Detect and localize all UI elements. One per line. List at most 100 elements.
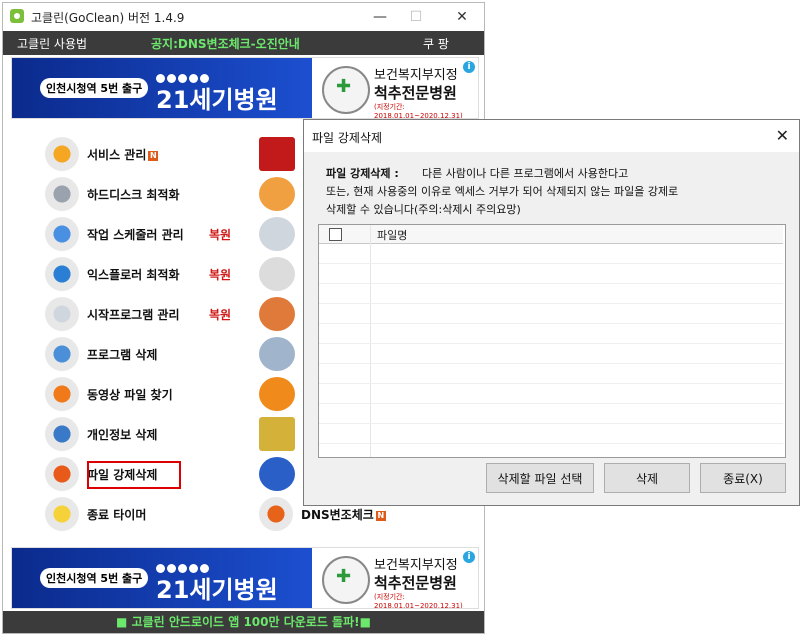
banner-hospital-name: 21세기병원	[156, 576, 278, 604]
menu-item-label: 시작프로그램 관리	[87, 308, 180, 322]
banner-dots-logo	[156, 558, 216, 573]
select-file-button[interactable]: 삭제할 파일 선택	[486, 463, 594, 493]
arrow-update-icon[interactable]	[259, 177, 295, 211]
dialog-title: 파일 강제삭제	[312, 131, 383, 145]
menu-item-label: 프로그램 삭제	[87, 348, 158, 362]
file-list-table[interactable]: 파일명	[318, 224, 786, 458]
table-header: 파일명	[319, 225, 783, 244]
coupang-link[interactable]: 쿠 팡	[423, 35, 449, 52]
clock-icon[interactable]	[259, 377, 295, 411]
certification-seal-icon	[322, 556, 370, 604]
menu-item-startup[interactable]: 시작프로그램 관리 복원	[45, 297, 245, 331]
menu-item-scheduler[interactable]: 작업 스케줄러 관리 복원	[45, 217, 245, 251]
certification-seal-icon	[322, 66, 370, 114]
restore-tag[interactable]: 복원	[209, 266, 231, 283]
menu-item-shutdown-timer[interactable]: 종료 타이머	[45, 497, 245, 531]
banner-right-line1: 보건복지부지정	[374, 68, 458, 83]
row-line	[319, 303, 783, 304]
new-badge: N	[375, 510, 386, 521]
menu-item-label: 하드디스크 최적화	[87, 188, 180, 202]
banner-exit-text: 인천시청역 5번 출구	[40, 568, 149, 588]
internet-explorer-icon	[45, 257, 79, 291]
banner-blue-area: 인천시청역 5번 출구 21세기병원	[12, 58, 312, 118]
search-document-icon[interactable]	[259, 217, 295, 251]
menu-item-label: 서비스 관리 N	[87, 148, 159, 162]
document-icon	[45, 297, 79, 331]
menu-item-label: DNS변조체크 N	[301, 508, 386, 522]
title-bar: 고클린(GoClean) 버전 1.4.9 — ☐ ✕	[3, 3, 484, 31]
privacy-icon	[45, 417, 79, 451]
maximize-button[interactable]: ☐	[401, 7, 431, 27]
shield-icon	[259, 497, 293, 531]
restore-tag[interactable]: 복원	[209, 226, 231, 243]
computer-icon[interactable]	[259, 337, 295, 371]
menu-item-video-search[interactable]: 동영상 파일 찾기	[45, 377, 245, 411]
filename-column-header[interactable]: 파일명	[377, 227, 407, 243]
top-ad-banner[interactable]: 인천시청역 5번 출구 21세기병원 보건복지부지정 척추전문병원 (지정기간:…	[11, 57, 479, 119]
description-heading: 파일 강제삭제 :	[326, 167, 399, 180]
tip-icon[interactable]	[259, 417, 295, 451]
banner-hospital-name: 21세기병원	[156, 86, 278, 114]
window-title: 고클린(GoClean) 버전 1.4.9	[31, 11, 185, 25]
lightbulb-sleep-icon	[45, 497, 79, 531]
wrench-icon	[45, 177, 79, 211]
activex-icon[interactable]	[259, 137, 295, 171]
banner-right-line3: (지정기간: 2018.01.01~2020.12.31)	[374, 593, 463, 609]
exit-button[interactable]: 종료(X)	[700, 463, 786, 493]
delete-button[interactable]: 삭제	[604, 463, 690, 493]
info-icon[interactable]: i	[463, 61, 475, 73]
banner-right-line3: (지정기간: 2018.01.01~2020.12.31)	[374, 103, 463, 119]
selected-highlight-box	[87, 461, 181, 489]
row-line	[319, 343, 783, 344]
gear-icon	[45, 137, 79, 171]
goclean-app-icon	[10, 9, 24, 23]
banner-right-line2: 척추전문병원	[374, 84, 457, 102]
menu-item-uninstall[interactable]: 프로그램 삭제	[45, 337, 245, 371]
scheduler-icon	[45, 217, 79, 251]
clock-document-icon[interactable]	[259, 257, 295, 291]
menu-item-label: 종료 타이머	[87, 508, 147, 522]
row-line	[319, 283, 783, 284]
banner-blue-area: 인천시청역 5번 출구 21세기병원	[12, 548, 312, 608]
restore-tag[interactable]: 복원	[209, 306, 231, 323]
up-icon[interactable]	[259, 457, 295, 491]
banner-right-line1: 보건복지부지정	[374, 558, 458, 573]
description-line1: 다른 사람이나 다른 프로그램에서 사용한다고	[422, 167, 629, 180]
footer-notice[interactable]: ■ 고클린 안드로이드 앱 100만 다운로드 돌파!■	[3, 611, 484, 633]
menu-item-service[interactable]: 서비스 관리 N	[45, 137, 245, 171]
new-badge: N	[148, 150, 159, 161]
row-line	[319, 403, 783, 404]
row-line	[319, 443, 783, 444]
menu-item-label: 작업 스케줄러 관리	[87, 228, 184, 242]
banner-exit-text: 인천시청역 5번 출구	[40, 78, 149, 98]
row-line	[319, 263, 783, 264]
delete-x-icon	[45, 457, 79, 491]
info-icon[interactable]: i	[463, 551, 475, 563]
menu-bar: 고클린 사용법 공지:DNS변조체크-오진안내 쿠 팡	[3, 31, 484, 55]
menu-item-explorer[interactable]: 익스플로러 최적화 복원	[45, 257, 245, 291]
force-delete-dialog: 파일 강제삭제 ✕ 파일 강제삭제 : 다른 사람이나 다른 프로그램에서 사용…	[303, 119, 800, 506]
menu-item-label: 익스플로러 최적화	[87, 268, 180, 282]
menu-item-privacy[interactable]: 개인정보 삭제	[45, 417, 245, 451]
bottom-ad-banner[interactable]: 인천시청역 5번 출구 21세기병원 보건복지부지정 척추전문병원 (지정기간:…	[11, 547, 479, 609]
menu-item-disk[interactable]: 하드디스크 최적화	[45, 177, 245, 211]
minimize-button[interactable]: —	[365, 7, 395, 27]
row-line	[319, 383, 783, 384]
menu-item-label: 개인정보 삭제	[87, 428, 158, 442]
notice-link[interactable]: 공지:DNS변조체크-오진안내	[151, 35, 300, 52]
row-line	[319, 323, 783, 324]
row-line	[319, 423, 783, 424]
select-all-checkbox[interactable]	[329, 228, 342, 241]
close-button[interactable]: ✕	[447, 7, 477, 27]
description-line2: 또는, 현재 사용중의 이유로 엑세스 거부가 되어 삭제되지 않는 파일을 강…	[326, 185, 679, 198]
row-line	[319, 363, 783, 364]
dialog-close-icon[interactable]: ✕	[776, 126, 789, 145]
menu-item-label: 동영상 파일 찾기	[87, 388, 173, 402]
checklist-icon	[45, 337, 79, 371]
banner-right-line2: 척추전문병원	[374, 574, 457, 592]
tools-icon[interactable]	[259, 297, 295, 331]
description-line3: 삭제할 수 있습니다(주의:삭제시 주의요망)	[326, 203, 521, 216]
banner-dots-logo	[156, 68, 216, 83]
manual-link[interactable]: 고클린 사용법	[17, 35, 87, 52]
magnifier-icon	[45, 377, 79, 411]
